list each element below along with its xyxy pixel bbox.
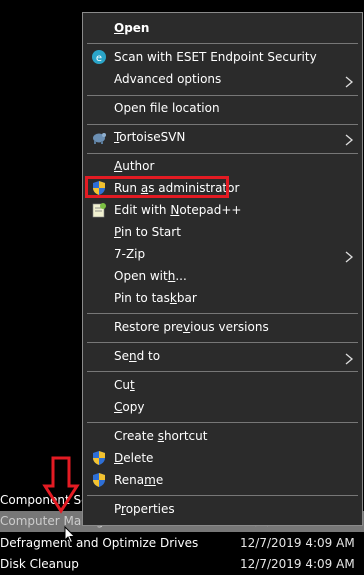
menu-item-label: Author bbox=[114, 159, 155, 173]
menu-separator bbox=[87, 95, 358, 96]
menu-item-label: Copy bbox=[114, 400, 145, 414]
menu-separator bbox=[87, 43, 358, 44]
menu-item-rename[interactable]: Rename bbox=[83, 469, 362, 491]
menu-item-create-shortcut[interactable]: Create shortcut bbox=[83, 425, 362, 447]
menu-separator bbox=[87, 153, 358, 154]
menu-item-open-with[interactable]: Open with... bbox=[83, 265, 362, 287]
menu-item-properties[interactable]: Properties bbox=[83, 498, 362, 520]
eset-icon: e bbox=[91, 49, 107, 65]
notepadplusplus-icon bbox=[91, 202, 107, 218]
menu-item-label: 7-Zip bbox=[114, 247, 146, 261]
menu-item-label: Properties bbox=[114, 502, 175, 516]
menu-item-pin-to-taskbar[interactable]: Pin to taskbar bbox=[83, 287, 362, 309]
file-date: 12/7/2019 4:09 AM bbox=[240, 557, 355, 571]
red-down-arrow-icon bbox=[42, 456, 80, 514]
menu-item-advanced-options[interactable]: Advanced options bbox=[83, 68, 362, 90]
menu-item-label: Open bbox=[114, 21, 150, 35]
menu-item-scan-eset[interactable]: e Scan with ESET Endpoint Security bbox=[83, 46, 362, 68]
menu-item-cut[interactable]: Cut bbox=[83, 374, 362, 396]
menu-item-label: Cut bbox=[114, 378, 135, 392]
menu-separator bbox=[87, 313, 358, 314]
menu-item-label: Rename bbox=[114, 473, 164, 487]
menu-item-label: Send to bbox=[114, 349, 161, 363]
chevron-right-icon bbox=[344, 131, 354, 146]
highlight-box bbox=[85, 176, 229, 198]
file-name: Disk Cleanup bbox=[0, 557, 79, 571]
tortoisesvn-icon bbox=[91, 129, 107, 145]
chevron-right-icon bbox=[344, 248, 354, 263]
menu-item-edit-with-notepadpp[interactable]: Edit with Notepad++ bbox=[83, 199, 362, 221]
menu-item-label: Pin to Start bbox=[114, 225, 181, 239]
menu-item-label: Open file location bbox=[114, 101, 220, 115]
menu-separator bbox=[87, 124, 358, 125]
menu-item-label: Edit with Notepad++ bbox=[114, 203, 242, 217]
menu-separator bbox=[87, 495, 358, 496]
file-row-defragment[interactable]: Defragment and Optimize Drives 12/7/2019… bbox=[0, 533, 364, 554]
chevron-right-icon bbox=[344, 350, 354, 365]
context-menu: Open e Scan with ESET Endpoint Security … bbox=[82, 12, 363, 526]
file-name: Defragment and Optimize Drives bbox=[0, 536, 199, 550]
menu-item-label: TortoiseSVN bbox=[114, 130, 186, 144]
uac-shield-icon bbox=[91, 472, 107, 488]
menu-separator bbox=[87, 342, 358, 343]
menu-item-pin-to-start[interactable]: Pin to Start bbox=[83, 221, 362, 243]
menu-item-open[interactable]: Open bbox=[83, 17, 362, 39]
file-row-disk-cleanup[interactable]: Disk Cleanup 12/7/2019 4:09 AM bbox=[0, 554, 364, 575]
menu-item-author[interactable]: Author bbox=[83, 155, 362, 177]
menu-separator bbox=[87, 371, 358, 372]
menu-item-label: Advanced options bbox=[114, 72, 222, 86]
menu-item-restore-previous-versions[interactable]: Restore previous versions bbox=[83, 316, 362, 338]
mouse-cursor-icon bbox=[64, 526, 76, 544]
menu-item-copy[interactable]: Copy bbox=[83, 396, 362, 418]
menu-item-label: Open with... bbox=[114, 269, 187, 283]
menu-item-label: Create shortcut bbox=[114, 429, 208, 443]
menu-item-send-to[interactable]: Send to bbox=[83, 345, 362, 367]
menu-item-label: Scan with ESET Endpoint Security bbox=[114, 50, 317, 64]
menu-item-tortoisesvn[interactable]: TortoiseSVN bbox=[83, 126, 362, 148]
menu-item-7zip[interactable]: 7-Zip bbox=[83, 243, 362, 265]
menu-separator bbox=[87, 422, 358, 423]
svg-text:e: e bbox=[96, 53, 102, 64]
chevron-right-icon bbox=[344, 73, 354, 88]
menu-item-open-file-location[interactable]: Open file location bbox=[83, 97, 362, 119]
menu-item-label: Restore previous versions bbox=[114, 320, 269, 334]
menu-item-label: Delete bbox=[114, 451, 154, 465]
file-date: 12/7/2019 4:09 AM bbox=[240, 536, 355, 550]
menu-item-delete[interactable]: Delete bbox=[83, 447, 362, 469]
uac-shield-icon bbox=[91, 450, 107, 466]
menu-item-label: Pin to taskbar bbox=[114, 291, 197, 305]
